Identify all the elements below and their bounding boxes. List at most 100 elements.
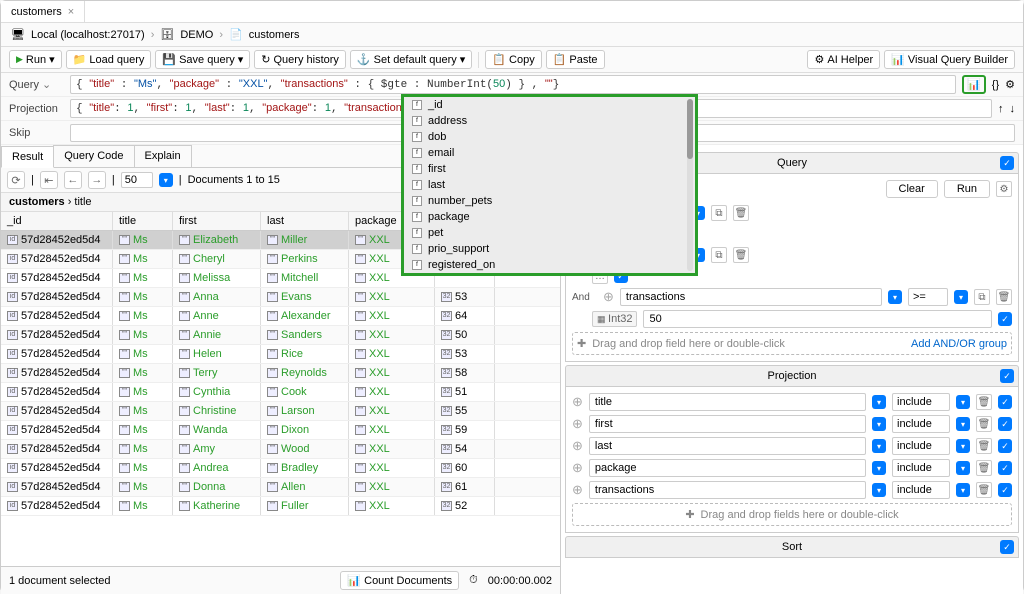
autocomplete-item[interactable]: femail	[404, 145, 695, 161]
add-group-link[interactable]: Add AND/OR group	[911, 338, 1007, 350]
prev-page-icon[interactable]: ←	[64, 171, 82, 189]
autocomplete-item[interactable]: fdob	[404, 129, 695, 145]
col-first[interactable]: first	[173, 212, 261, 230]
copy-icon[interactable]: ⧉	[711, 247, 727, 263]
include-select[interactable]	[892, 437, 950, 455]
dropdown-icon[interactable]: ▾	[872, 417, 886, 431]
copy-button[interactable]: 📋 Copy	[485, 50, 541, 69]
query-history-button[interactable]: ↻ Query history	[254, 50, 346, 69]
drop-zone[interactable]: ✚Drag and drop field here or double-clic…	[572, 332, 1012, 355]
dropdown-icon[interactable]: ▾	[956, 483, 970, 497]
include-select[interactable]	[892, 393, 950, 411]
close-icon[interactable]: ×	[68, 6, 74, 18]
col-last[interactable]: last	[261, 212, 349, 230]
operator-select[interactable]	[908, 288, 948, 306]
drag-handle-icon[interactable]: ⊕	[572, 416, 583, 432]
trash-icon[interactable]: 🗑	[976, 482, 992, 498]
save-query-button[interactable]: 💾 Save query ▾	[155, 50, 250, 69]
field-dropdown-icon[interactable]: ▾	[888, 290, 902, 304]
tab-explain[interactable]: Explain	[134, 145, 192, 167]
drag-handle-icon[interactable]: ⊕	[603, 289, 614, 305]
scrollbar[interactable]	[687, 99, 693, 271]
table-row[interactable]: id57d28452ed5d4""Ms""Anna""Evans""XXL325…	[1, 288, 560, 307]
clear-button[interactable]: Clear	[886, 180, 938, 198]
visual-query-builder-button[interactable]: 📊 Visual Query Builder	[884, 50, 1015, 69]
query-input[interactable]: { "title" : "Ms", "package" : "XXL", "tr…	[70, 75, 956, 94]
table-row[interactable]: id57d28452ed5d4""Ms""Terry""Reynolds""XX…	[1, 364, 560, 383]
table-row[interactable]: id57d28452ed5d4""Ms""Annie""Sanders""XXL…	[1, 326, 560, 345]
autocomplete-item[interactable]: fpet	[404, 225, 695, 241]
gear-icon[interactable]	[996, 181, 1012, 197]
table-row[interactable]: id57d28452ed5d4""Ms""Katherine""Fuller""…	[1, 497, 560, 516]
dropdown-icon[interactable]: ▾	[872, 461, 886, 475]
table-row[interactable]: id57d28452ed5d4""Ms""Anne""Alexander""XX…	[1, 307, 560, 326]
tab-customers[interactable]: customers ×	[1, 1, 85, 22]
drag-handle-icon[interactable]: ⊕	[572, 482, 583, 498]
trash-icon[interactable]: 🗑	[976, 438, 992, 454]
breadcrumb-coll[interactable]: customers	[249, 29, 300, 41]
run-query-button[interactable]: Run	[944, 180, 990, 198]
projection-field-input[interactable]	[589, 459, 866, 477]
table-row[interactable]: id57d28452ed5d4""Ms""Christine""Larson""…	[1, 402, 560, 421]
autocomplete-item[interactable]: ffirst	[404, 161, 695, 177]
dropdown-icon[interactable]: ▾	[872, 395, 886, 409]
query-label[interactable]: Query	[9, 78, 64, 91]
breadcrumb-db[interactable]: DEMO	[180, 29, 213, 41]
autocomplete-item[interactable]: fprio_support	[404, 241, 695, 257]
table-row[interactable]: id57d28452ed5d4""Ms""Helen""Rice""XXL325…	[1, 345, 560, 364]
check-icon[interactable]: ✓	[998, 312, 1012, 326]
tab-result[interactable]: Result	[1, 146, 54, 168]
paste-button[interactable]: 📋 Paste	[546, 50, 605, 69]
projection-drop-zone[interactable]: ✚Drag and drop fields here or double-cli…	[572, 503, 1012, 526]
table-row[interactable]: id57d28452ed5d4""Ms""Donna""Allen""XXL32…	[1, 478, 560, 497]
col-id[interactable]: _id	[1, 212, 113, 230]
sort-down-icon[interactable]: ↓	[1010, 103, 1016, 115]
count-documents-button[interactable]: 📊 Count Documents	[340, 571, 459, 590]
table-row[interactable]: id57d28452ed5d4""Ms""Andrea""Bradley""XX…	[1, 459, 560, 478]
check-icon[interactable]: ✓	[1000, 369, 1014, 383]
trash-icon[interactable]: 🗑	[976, 416, 992, 432]
projection-field-input[interactable]	[589, 437, 866, 455]
check-icon[interactable]: ✓	[1000, 540, 1014, 554]
check-icon[interactable]: ✓	[998, 395, 1012, 409]
trash-icon[interactable]: 🗑	[976, 460, 992, 476]
trash-icon[interactable]: 🗑	[733, 205, 749, 221]
check-icon[interactable]: ✓	[998, 483, 1012, 497]
vqb-toggle-icon[interactable]: 📊	[962, 75, 986, 94]
check-icon[interactable]: ✓	[998, 417, 1012, 431]
trash-icon[interactable]: 🗑	[996, 289, 1012, 305]
tab-query-code[interactable]: Query Code	[53, 145, 134, 167]
include-select[interactable]	[892, 459, 950, 477]
dropdown-icon[interactable]: ▾	[956, 395, 970, 409]
copy-icon[interactable]: ⧉	[711, 205, 727, 221]
ai-helper-button[interactable]: ⚙ AI Helper	[807, 50, 880, 69]
dropdown-icon[interactable]: ▾	[956, 439, 970, 453]
dropdown-icon[interactable]: ▾	[956, 461, 970, 475]
include-select[interactable]	[892, 481, 950, 499]
type-badge[interactable]: ▦ Int32	[592, 311, 637, 327]
autocomplete-item[interactable]: flast	[404, 177, 695, 193]
table-row[interactable]: id57d28452ed5d4""Ms""Cynthia""Cook""XXL3…	[1, 383, 560, 402]
breadcrumb-conn[interactable]: Local (localhost:27017)	[31, 29, 145, 41]
options-icon[interactable]: ⚙	[1005, 78, 1015, 91]
refresh-icon[interactable]: ⟳	[7, 171, 25, 189]
autocomplete-item[interactable]: fregistered_on	[404, 257, 695, 273]
copy-icon[interactable]: ⧉	[974, 289, 990, 305]
sort-up-icon[interactable]: ↑	[998, 103, 1004, 115]
col-title[interactable]: title	[113, 212, 173, 230]
projection-field-input[interactable]	[589, 481, 866, 499]
projection-field-input[interactable]	[589, 415, 866, 433]
table-row[interactable]: id57d28452ed5d4""Ms""Amy""Wood""XXL3254	[1, 440, 560, 459]
sort-section-header[interactable]: Sort ✓	[565, 536, 1019, 558]
dropdown-icon[interactable]: ▾	[956, 417, 970, 431]
page-size-dropdown-icon[interactable]: ▾	[159, 173, 173, 187]
projection-section-header[interactable]: Projection ✓	[565, 365, 1019, 387]
first-page-icon[interactable]: ⇤	[40, 171, 58, 189]
next-page-icon[interactable]: →	[88, 171, 106, 189]
check-icon[interactable]: ✓	[998, 461, 1012, 475]
code-view-icon[interactable]: {}	[992, 79, 999, 91]
projection-field-input[interactable]	[589, 393, 866, 411]
value-input[interactable]	[643, 310, 992, 328]
page-size-input[interactable]	[121, 172, 153, 188]
run-button[interactable]: Run ▾	[9, 50, 62, 69]
